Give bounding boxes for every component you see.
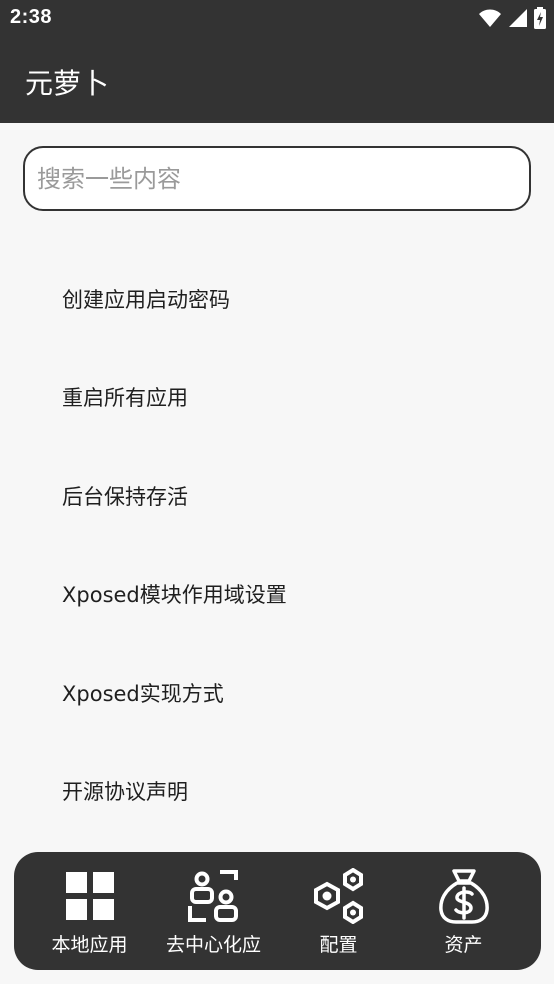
menu-item-label: 后台保持存活 — [62, 485, 188, 509]
menu-item-restart-all-apps[interactable]: 重启所有应用 — [0, 346, 554, 444]
hexagon-nodes-icon — [313, 868, 363, 924]
menu-item-xposed-implementation[interactable]: Xposed实现方式 — [0, 642, 554, 740]
menu-item-label: 创建应用启动密码 — [62, 288, 230, 312]
home-indicator — [0, 978, 554, 984]
nav-item-local-apps[interactable]: 本地应用 — [27, 852, 152, 970]
wifi-icon — [479, 9, 501, 27]
app-title: 元萝卜 — [25, 67, 110, 100]
search-box[interactable] — [23, 146, 531, 211]
status-icons — [478, 7, 546, 29]
nav-label: 本地应用 — [51, 934, 128, 956]
grid-apps-icon — [65, 872, 114, 920]
menu-item-keep-alive[interactable]: 后台保持存活 — [0, 445, 554, 543]
menu-item-label: Xposed模块作用域设置 — [62, 583, 287, 607]
battery-charging-icon — [534, 7, 546, 29]
nav-label: 资产 — [444, 934, 483, 956]
menu-item-label: 重启所有应用 — [62, 386, 188, 410]
menu-item-label: 开源协议声明 — [62, 780, 188, 804]
signal-icon — [509, 9, 527, 27]
status-bar: 2:38 — [0, 0, 554, 36]
menu-item-open-source-licenses[interactable]: 开源协议声明 — [0, 740, 554, 838]
decentralized-users-icon — [187, 870, 238, 922]
bottom-nav: 本地应用 去中心化应 配置 资产 — [14, 852, 541, 970]
app-bar: 元萝卜 — [0, 36, 554, 123]
menu-item-create-launch-password[interactable]: 创建应用启动密码 — [0, 248, 554, 346]
status-time: 2:38 — [10, 6, 53, 28]
menu-item-label: Xposed实现方式 — [62, 682, 224, 706]
money-bag-icon — [438, 869, 489, 924]
nav-item-decentralized-apps[interactable]: 去中心化应 — [151, 852, 276, 970]
nav-label: 配置 — [319, 934, 358, 956]
nav-label: 去中心化应 — [165, 934, 261, 956]
nav-item-assets[interactable]: 资产 — [401, 852, 526, 970]
menu-item-xposed-scope[interactable]: Xposed模块作用域设置 — [0, 543, 554, 641]
search-input[interactable] — [37, 156, 517, 201]
nav-item-config[interactable]: 配置 — [276, 852, 401, 970]
